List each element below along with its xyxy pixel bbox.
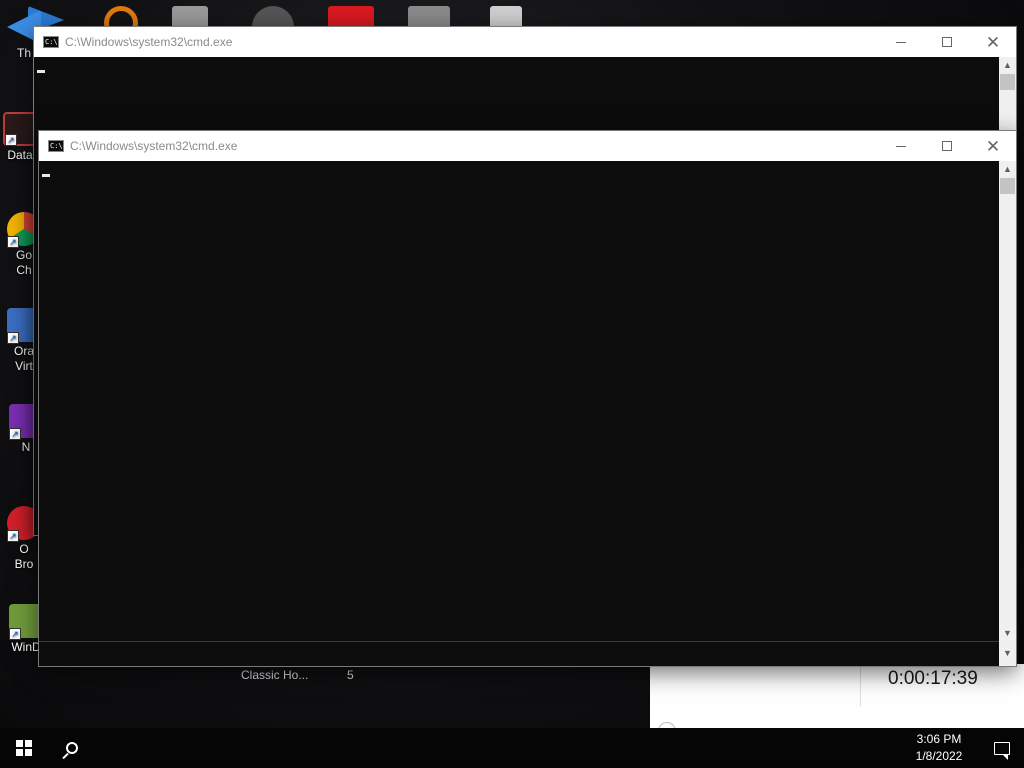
cmd-window-front[interactable]: C:\. C:\Windows\system32\cmd.exe ✕ ▲ ▼ ▼: [38, 130, 1017, 667]
cmd-front-bottom-bar: [39, 641, 999, 666]
elapsed-timer: 0:00:17:39: [888, 668, 978, 689]
text-cursor: [37, 70, 45, 73]
maximize-icon: [942, 37, 952, 47]
close-icon: ✕: [985, 136, 1001, 156]
taskbar-time: 3:06 PM: [916, 732, 962, 746]
notification-icon: [994, 741, 1010, 760]
text-cursor: [42, 174, 50, 177]
close-button[interactable]: ✕: [970, 27, 1016, 57]
search-icon: [66, 742, 78, 754]
close-button[interactable]: ✕: [970, 131, 1016, 161]
cmd-front-title: C:\Windows\system32\cmd.exe: [70, 139, 238, 153]
scroll-thumb[interactable]: [1000, 178, 1015, 194]
cmd-front-titlebar[interactable]: C:\. C:\Windows\system32\cmd.exe ✕: [39, 131, 1016, 161]
maximize-button[interactable]: [924, 131, 970, 161]
maximize-icon: [942, 141, 952, 151]
notification-center-button[interactable]: [980, 728, 1024, 768]
background-item-value: 5: [347, 668, 354, 682]
scroll-thumb[interactable]: [1000, 74, 1015, 90]
scroll-up-icon[interactable]: ▲: [999, 57, 1016, 73]
data-app-icon: ↗: [3, 112, 37, 146]
minimize-button[interactable]: [878, 131, 924, 161]
cmd-front-console[interactable]: [39, 161, 999, 666]
close-icon: ✕: [985, 32, 1001, 52]
cmd-front-scrollbar[interactable]: ▲ ▼ ▼: [999, 161, 1016, 666]
scroll-down-icon[interactable]: ▼: [999, 641, 1016, 666]
minimize-button[interactable]: [878, 27, 924, 57]
scroll-up-icon[interactable]: ▲: [999, 161, 1016, 177]
desktop: Th ↗ Data ↗ Go Ch ↗ Ora Virt ↗ N ↗ O Bro…: [0, 0, 1024, 728]
cmd-back-title: C:\Windows\system32\cmd.exe: [65, 35, 233, 49]
taskbar-clock[interactable]: 3:06 PM 1/8/2022: [906, 731, 972, 765]
taskbar: 3:06 PM 1/8/2022: [0, 728, 1024, 768]
search-button[interactable]: [48, 728, 96, 768]
minimize-icon: [896, 145, 906, 147]
scroll-down-icon[interactable]: ▼: [999, 625, 1016, 641]
windows-logo-icon: [16, 740, 32, 756]
start-button[interactable]: [0, 728, 48, 768]
panel-divider: [860, 664, 861, 706]
maximize-button[interactable]: [924, 27, 970, 57]
cmd-app-icon: C:\.: [43, 36, 62, 48]
background-timer-panel: 0:00:17:39: [650, 664, 1024, 728]
minimize-icon: [896, 41, 906, 43]
cmd-app-icon: C:\.: [48, 140, 67, 152]
taskbar-date: 1/8/2022: [915, 749, 963, 763]
cmd-back-titlebar[interactable]: C:\. C:\Windows\system32\cmd.exe ✕: [34, 27, 1016, 57]
background-item-label: Classic Ho...: [241, 668, 309, 682]
